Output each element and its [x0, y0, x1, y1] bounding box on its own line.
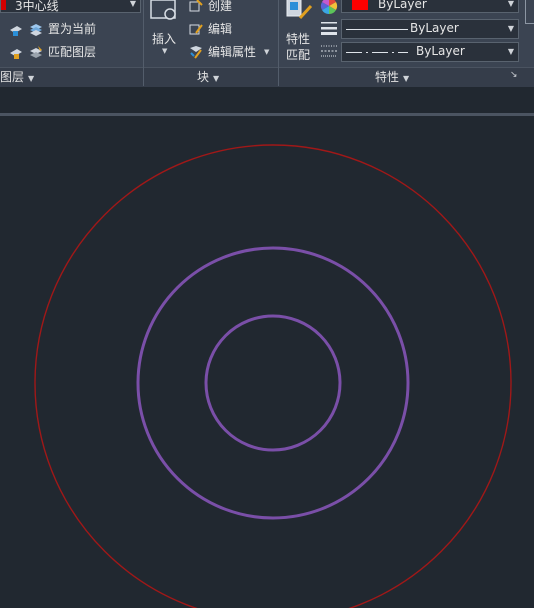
- edit-label: 编辑: [208, 22, 233, 36]
- layers-panel-title[interactable]: 图层 ▼: [0, 68, 34, 85]
- lineweight-icon: [321, 22, 337, 35]
- edit-attributes-icon: [190, 45, 202, 59]
- canvas-top-margin: [0, 87, 534, 114]
- edit-attributes-label: 编辑属性: [208, 45, 257, 59]
- separator: [278, 67, 279, 86]
- set-current-icon: [30, 23, 42, 36]
- lineweight-preview: [346, 29, 408, 30]
- create-block-button[interactable]: 创建: [188, 0, 232, 14]
- color-wheel-icon[interactable]: [320, 0, 338, 15]
- match-properties-label-line1: 特性: [286, 32, 311, 46]
- insert-label: 插入: [152, 32, 177, 46]
- insert-button[interactable]: 插入 ▼: [146, 0, 182, 60]
- outer-circle[interactable]: [34, 144, 512, 608]
- next-panel-edge[interactable]: [525, 0, 534, 24]
- block-panel-title[interactable]: 块 ▼: [197, 68, 219, 85]
- chevron-down-icon: ▼: [213, 74, 220, 83]
- middle-circle[interactable]: [136, 246, 410, 520]
- edit-block-icon: [189, 23, 203, 34]
- chevron-down-icon: ▼: [28, 74, 35, 83]
- panel-launcher-icon[interactable]: ↘: [510, 70, 518, 80]
- layer-dropdown[interactable]: 3中心线 ▼: [0, 0, 141, 13]
- set-current-button[interactable]: 置为当前: [8, 20, 96, 37]
- chevron-down-icon: ▼: [507, 0, 514, 8]
- properties-panel-title-text: 特性: [375, 70, 400, 84]
- chevron-down-icon: ▼: [129, 0, 136, 8]
- linetype-value: ByLayer: [416, 44, 465, 58]
- ribbon-panel: 3中心线 ▼ 置为当前 匹配图层 插入 ▼ 创建 编辑 编辑属性 ▼ 特性 匹配…: [0, 0, 534, 87]
- layer-color-swatch: [1, 0, 6, 10]
- linetype-icon: [321, 45, 337, 57]
- match-properties-icon: [286, 0, 313, 20]
- ribbon-footer: [0, 67, 534, 87]
- chevron-down-icon: ▼: [507, 47, 514, 56]
- edit-attributes-button[interactable]: 编辑属性 ▼: [188, 43, 269, 60]
- layers-panel-title-text: 图层: [0, 70, 25, 84]
- color-swatch: [352, 0, 368, 10]
- chevron-down-icon: ▼: [264, 47, 270, 56]
- create-label: 创建: [208, 0, 233, 13]
- layer-dropdown-value: 3中心线: [15, 0, 59, 13]
- create-block-icon: [189, 0, 203, 11]
- lineweight-dropdown[interactable]: ByLayer ▼: [341, 19, 519, 39]
- separator: [143, 67, 144, 86]
- lineweight-value: ByLayer: [410, 21, 459, 35]
- match-properties-button[interactable]: 特性 匹配: [282, 0, 316, 64]
- match-layer-label: 匹配图层: [48, 45, 97, 59]
- match-layer-icon: [30, 45, 42, 58]
- properties-panel-title[interactable]: 特性 ▼: [375, 68, 409, 85]
- linetype-dropdown[interactable]: ByLayer ▼: [341, 42, 519, 62]
- match-properties-label-line2: 匹配: [286, 48, 311, 62]
- set-current-label: 置为当前: [48, 22, 97, 36]
- drawing-canvas[interactable]: [0, 116, 534, 608]
- chevron-down-icon: ▼: [162, 47, 168, 55]
- insert-block-icon: [150, 0, 176, 20]
- color-value: ByLayer: [378, 0, 427, 11]
- chevron-down-icon: ▼: [507, 24, 514, 33]
- color-dropdown[interactable]: ByLayer ▼: [341, 0, 519, 13]
- block-panel-title-text: 块: [197, 70, 210, 84]
- layer-lock-icon: [10, 48, 22, 59]
- edit-block-button[interactable]: 编辑: [188, 20, 232, 37]
- linetype-preview: [346, 52, 408, 53]
- inner-circle[interactable]: [204, 314, 342, 452]
- match-layer-button[interactable]: 匹配图层: [8, 43, 96, 60]
- chevron-down-icon: ▼: [403, 74, 410, 83]
- layer-state-icon: [10, 25, 22, 36]
